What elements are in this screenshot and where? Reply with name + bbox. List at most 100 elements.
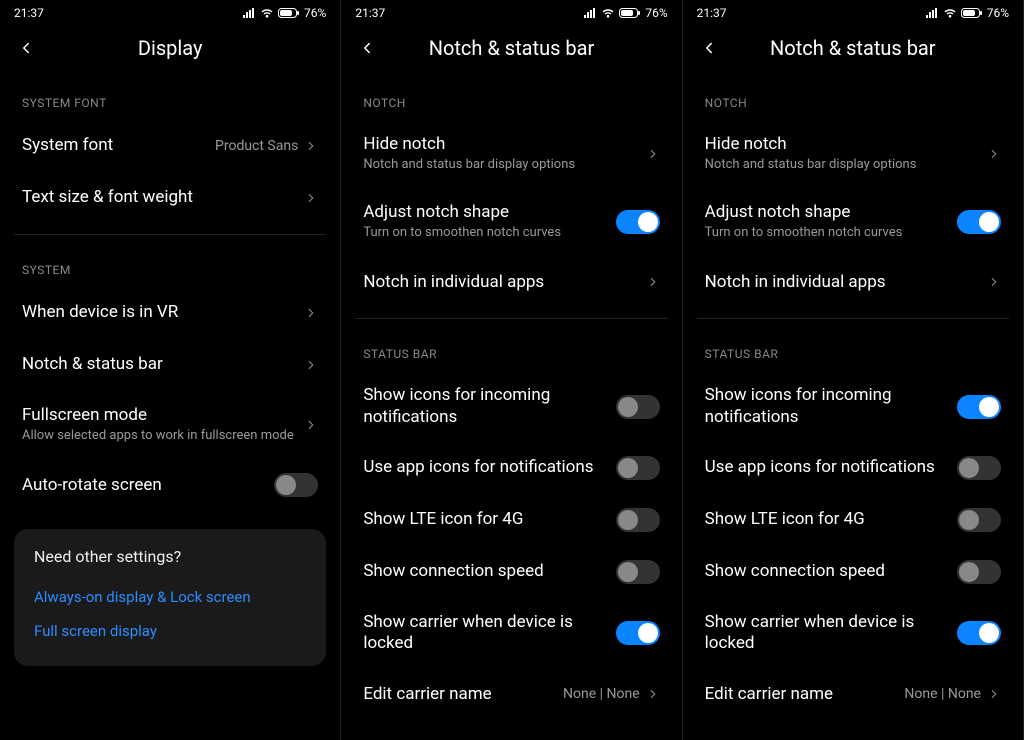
- chevron-left-icon: [358, 39, 376, 57]
- toggle-carrier[interactable]: [957, 621, 1001, 645]
- row-title: Adjust notch shape: [705, 202, 957, 223]
- row-title: Use app icons for notifications: [363, 457, 615, 478]
- page-title: Display: [138, 36, 203, 60]
- row-fullscreen[interactable]: Fullscreen mode Allow selected apps to w…: [14, 391, 326, 459]
- row-title: Notch in individual apps: [363, 272, 645, 293]
- row-text-size[interactable]: Text size & font weight: [14, 172, 326, 224]
- row-title: Use app icons for notifications: [705, 457, 957, 478]
- row-vr[interactable]: When device is in VR: [14, 287, 326, 339]
- row-speed[interactable]: Show connection speed: [697, 546, 1009, 598]
- row-app-icons[interactable]: Use app icons for notifications: [355, 442, 667, 494]
- row-lte[interactable]: Show LTE icon for 4G: [355, 494, 667, 546]
- chevron-right-icon: [987, 147, 1001, 161]
- chevron-right-icon: [304, 418, 318, 432]
- row-title: Show connection speed: [363, 561, 615, 582]
- chevron-right-icon: [646, 687, 660, 701]
- toggle-app-icons[interactable]: [616, 456, 660, 480]
- section-header-statusbar: STATUS BAR: [697, 329, 1009, 371]
- row-title: Hide notch: [363, 134, 645, 155]
- status-bar: 21:37 76%: [0, 0, 340, 24]
- row-speed[interactable]: Show connection speed: [355, 546, 667, 598]
- row-title: Show carrier when device is locked: [363, 612, 615, 655]
- signal-icon: [583, 7, 597, 19]
- row-title: Hide notch: [705, 134, 987, 155]
- row-edit-carrier[interactable]: Edit carrier name None | None: [697, 668, 1009, 720]
- toggle-adjust-notch[interactable]: [957, 210, 1001, 234]
- toggle-show-icons[interactable]: [957, 395, 1001, 419]
- battery-icon: [619, 7, 641, 19]
- row-title: Edit carrier name: [705, 684, 905, 705]
- chevron-right-icon: [304, 306, 318, 320]
- row-title: Show connection speed: [705, 561, 957, 582]
- card-other-settings: Need other settings? Always-on display &…: [14, 529, 326, 666]
- page-title: Notch & status bar: [429, 36, 595, 60]
- row-title: Show LTE icon for 4G: [705, 509, 957, 530]
- row-value: None | None: [563, 686, 640, 702]
- content: NOTCH Hide notch Notch and status bar di…: [683, 78, 1023, 740]
- toggle-app-icons[interactable]: [957, 456, 1001, 480]
- battery-pct: 76%: [987, 6, 1009, 20]
- link-aod-lockscreen[interactable]: Always-on display & Lock screen: [34, 580, 306, 614]
- wifi-icon: [260, 7, 274, 19]
- toggle-lte[interactable]: [957, 508, 1001, 532]
- section-header-statusbar: STATUS BAR: [355, 329, 667, 371]
- section-header-notch: NOTCH: [355, 78, 667, 120]
- signal-icon: [242, 7, 256, 19]
- toggle-show-icons[interactable]: [616, 395, 660, 419]
- wifi-icon: [601, 7, 615, 19]
- row-subtitle: Turn on to smoothen notch curves: [363, 225, 615, 242]
- status-time: 21:37: [14, 6, 44, 20]
- row-app-icons[interactable]: Use app icons for notifications: [697, 442, 1009, 494]
- card-title: Need other settings?: [34, 547, 306, 566]
- header: Notch & status bar: [683, 24, 1023, 78]
- row-carrier[interactable]: Show carrier when device is locked: [697, 598, 1009, 669]
- divider: [697, 318, 1009, 319]
- screen-notch-a: 21:37 76% Notch & status bar NOTCH Hide …: [341, 0, 682, 740]
- battery-pct: 76%: [304, 6, 326, 20]
- status-right: 76%: [583, 6, 667, 20]
- chevron-left-icon: [700, 39, 718, 57]
- row-title: Edit carrier name: [363, 684, 563, 705]
- row-notch-individual[interactable]: Notch in individual apps: [355, 256, 667, 308]
- row-carrier[interactable]: Show carrier when device is locked: [355, 598, 667, 669]
- toggle-autorotate[interactable]: [274, 473, 318, 497]
- row-title: When device is in VR: [22, 302, 304, 323]
- wifi-icon: [943, 7, 957, 19]
- battery-pct: 76%: [645, 6, 667, 20]
- row-title: Show LTE icon for 4G: [363, 509, 615, 530]
- content: SYSTEM FONT System font Product Sans Tex…: [0, 78, 340, 740]
- row-show-icons[interactable]: Show icons for incoming notifications: [697, 371, 1009, 442]
- row-notch-statusbar[interactable]: Notch & status bar: [14, 339, 326, 391]
- section-header-font: SYSTEM FONT: [14, 78, 326, 120]
- row-autorotate[interactable]: Auto-rotate screen: [14, 459, 326, 511]
- row-notch-individual[interactable]: Notch in individual apps: [697, 256, 1009, 308]
- row-hide-notch[interactable]: Hide notch Notch and status bar display …: [697, 120, 1009, 188]
- row-title: Text size & font weight: [22, 187, 304, 208]
- toggle-carrier[interactable]: [616, 621, 660, 645]
- status-time: 21:37: [697, 6, 727, 20]
- row-adjust-notch[interactable]: Adjust notch shape Turn on to smoothen n…: [697, 188, 1009, 256]
- row-lte[interactable]: Show LTE icon for 4G: [697, 494, 1009, 546]
- row-adjust-notch[interactable]: Adjust notch shape Turn on to smoothen n…: [355, 188, 667, 256]
- row-value: None | None: [904, 686, 981, 702]
- row-title: Show carrier when device is locked: [705, 612, 957, 655]
- row-subtitle: Turn on to smoothen notch curves: [705, 225, 957, 242]
- battery-icon: [961, 7, 983, 19]
- chevron-right-icon: [646, 147, 660, 161]
- back-button[interactable]: [697, 36, 721, 60]
- row-hide-notch[interactable]: Hide notch Notch and status bar display …: [355, 120, 667, 188]
- toggle-speed[interactable]: [616, 560, 660, 584]
- chevron-right-icon: [646, 275, 660, 289]
- row-show-icons[interactable]: Show icons for incoming notifications: [355, 371, 667, 442]
- section-header-system: SYSTEM: [14, 245, 326, 287]
- toggle-adjust-notch[interactable]: [616, 210, 660, 234]
- back-button[interactable]: [355, 36, 379, 60]
- link-fullscreen-display[interactable]: Full screen display: [34, 614, 306, 648]
- toggle-lte[interactable]: [616, 508, 660, 532]
- row-edit-carrier[interactable]: Edit carrier name None | None: [355, 668, 667, 720]
- toggle-speed[interactable]: [957, 560, 1001, 584]
- screen-display: 21:37 76% Display SYSTEM FONT System fon…: [0, 0, 341, 740]
- divider: [355, 318, 667, 319]
- row-system-font[interactable]: System font Product Sans: [14, 120, 326, 172]
- back-button[interactable]: [14, 36, 38, 60]
